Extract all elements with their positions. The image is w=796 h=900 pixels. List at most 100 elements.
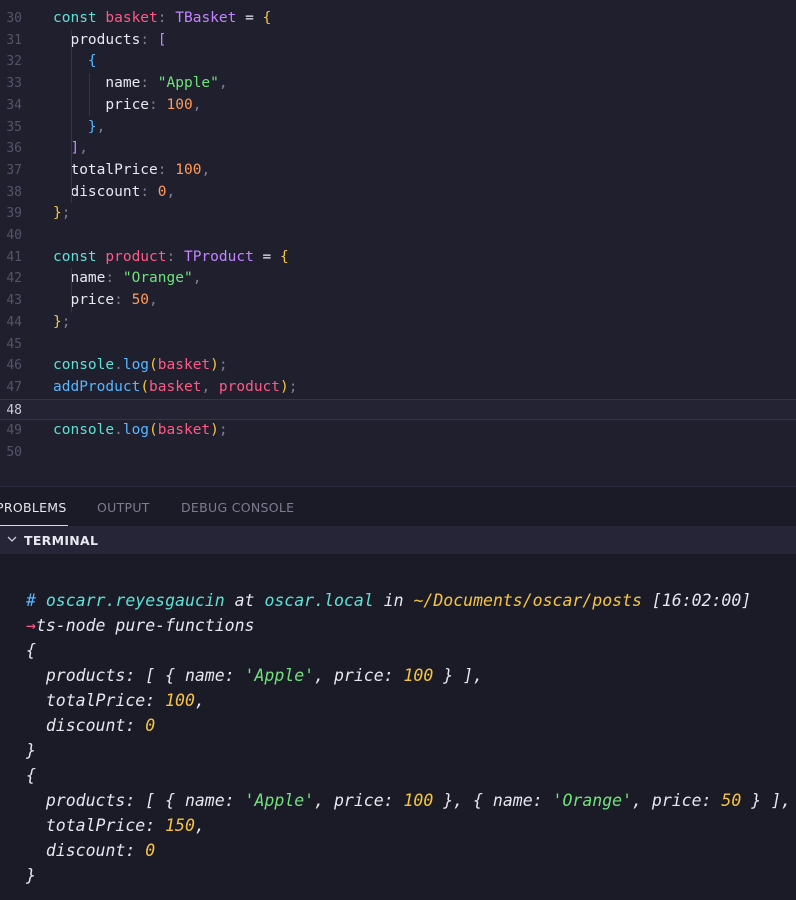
code-token: , <box>192 96 202 113</box>
tab-output[interactable]: OUTPUT <box>97 500 150 515</box>
code-line[interactable]: 36 ], <box>0 138 796 160</box>
code-token: discount <box>53 183 141 200</box>
terminal-token: 150 <box>165 816 195 835</box>
code-line[interactable]: 45 <box>0 334 796 356</box>
line-code: console.log(basket); <box>53 420 228 442</box>
line-code: name: "Orange", <box>53 268 201 290</box>
terminal-token: oscar.local <box>264 591 374 610</box>
code-token: , <box>166 183 176 200</box>
code-line[interactable]: 35 }, <box>0 117 796 139</box>
chevron-down-icon[interactable] <box>6 533 18 545</box>
code-token: basket <box>149 378 202 395</box>
terminal-token: , <box>194 691 205 710</box>
line-number: 44 <box>6 314 22 330</box>
line-number: 31 <box>6 32 22 48</box>
code-token: 100 <box>166 96 193 113</box>
terminal-output[interactable]: # oscarr.reyesgaucin at oscar.local in ~… <box>0 554 796 900</box>
terminal-token: } ], <box>741 791 791 810</box>
terminal-line: products: [ { name: 'Apple', price: 100 … <box>26 663 483 688</box>
line-number: 36 <box>6 141 22 157</box>
terminal-line: totalPrice: 100, <box>26 688 205 713</box>
code-line[interactable]: 46 console.log(basket); <box>0 355 796 377</box>
code-line[interactable]: 32 { <box>0 51 796 73</box>
code-token: name <box>53 270 106 287</box>
terminal-line: # oscarr.reyesgaucin at oscar.local in ~… <box>26 588 751 613</box>
code-line[interactable]: 33 name: "Apple", <box>0 73 796 95</box>
code-token: } <box>53 118 97 135</box>
terminal-section-header[interactable]: TERMINAL <box>0 526 796 554</box>
terminal-token: # <box>26 591 46 610</box>
line-code: const basket: TBasket = { <box>53 8 271 30</box>
code-token: console <box>53 422 115 439</box>
code-line[interactable]: 31 products: [ <box>0 30 796 52</box>
code-line[interactable]: 34 price: 100, <box>0 95 796 117</box>
panel-tab-bar: PROBLEMS OUTPUT DEBUG CONSOLE <box>0 486 796 527</box>
code-editor[interactable]: 30 const basket: TBasket = {31 products: … <box>0 0 796 486</box>
code-token: , <box>192 270 202 287</box>
code-token: ] <box>53 140 80 157</box>
tab-problems[interactable]: PROBLEMS <box>0 500 67 515</box>
code-line[interactable]: 40 <box>0 225 796 247</box>
terminal-token: 'Apple' <box>244 666 315 685</box>
code-token: ( <box>149 422 158 439</box>
code-token: "Orange" <box>122 270 193 287</box>
code-token: basket <box>157 422 211 439</box>
terminal-line: { <box>26 763 36 788</box>
code-token: : <box>140 31 158 48</box>
code-token: { <box>280 248 289 265</box>
line-code: addProduct(basket, product); <box>53 377 297 399</box>
code-line[interactable]: 47 addProduct(basket, product); <box>0 377 796 399</box>
terminal-token: totalPrice: <box>26 691 166 710</box>
terminal-token: { <box>26 766 36 785</box>
line-number: 45 <box>6 336 22 352</box>
code-token: [ <box>157 31 167 48</box>
tab-debug-console[interactable]: DEBUG CONSOLE <box>181 500 294 515</box>
terminal-token: 'Apple' <box>244 791 315 810</box>
terminal-token: at <box>224 591 265 610</box>
code-token: addProduct <box>53 378 141 395</box>
code-line[interactable]: 30 const basket: TBasket = { <box>0 8 796 30</box>
code-token: basket <box>105 10 158 26</box>
code-token: "Apple" <box>157 75 219 92</box>
code-token: const <box>53 248 106 265</box>
indent-guide <box>89 73 90 117</box>
code-token: = <box>236 10 263 26</box>
code-token: price <box>53 96 150 113</box>
code-line[interactable]: 41 const product: TProduct = { <box>0 247 796 269</box>
code-token: ) <box>210 422 219 439</box>
terminal-token: in <box>373 591 414 610</box>
line-number: 46 <box>6 358 22 374</box>
code-line[interactable]: 42 name: "Orange", <box>0 268 796 290</box>
code-token: : <box>114 292 132 309</box>
code-line[interactable]: 37 totalPrice: 100, <box>0 160 796 182</box>
code-token: 100 <box>175 161 202 178</box>
code-line[interactable]: 44}; <box>0 312 796 334</box>
line-code: }; <box>53 203 70 225</box>
line-number: 34 <box>6 97 22 113</box>
code-token: ) <box>280 378 289 395</box>
code-token: product <box>105 248 167 265</box>
code-token: : <box>149 96 167 113</box>
line-code: }; <box>53 312 70 334</box>
code-line[interactable]: 49 console.log(basket); <box>0 420 796 442</box>
indent-guide <box>71 29 72 204</box>
terminal-token: }, { name: <box>433 791 553 810</box>
terminal-token: discount: <box>26 841 146 860</box>
line-number: 49 <box>6 423 22 439</box>
terminal-line: products: [ { name: 'Apple', price: 100 … <box>26 788 791 813</box>
line-code: name: "Apple", <box>53 73 227 95</box>
code-token: . <box>114 357 123 374</box>
code-line[interactable]: 38 discount: 0, <box>0 182 796 204</box>
code-line-current[interactable]: 48 <box>0 398 796 421</box>
terminal-line: totalPrice: 150, <box>26 813 205 838</box>
terminal-line: →ts-node pure-functions <box>26 613 254 638</box>
code-line[interactable]: 50 <box>0 442 796 464</box>
terminal-token: 100 <box>403 791 434 810</box>
terminal-token: { <box>26 641 36 660</box>
line-code: { <box>53 51 97 73</box>
code-token: ) <box>210 357 219 374</box>
line-number: 40 <box>6 228 22 243</box>
terminal-token: discount: <box>26 716 146 735</box>
code-line[interactable]: 43 price: 50, <box>0 290 796 312</box>
code-line[interactable]: 39}; <box>0 203 796 225</box>
